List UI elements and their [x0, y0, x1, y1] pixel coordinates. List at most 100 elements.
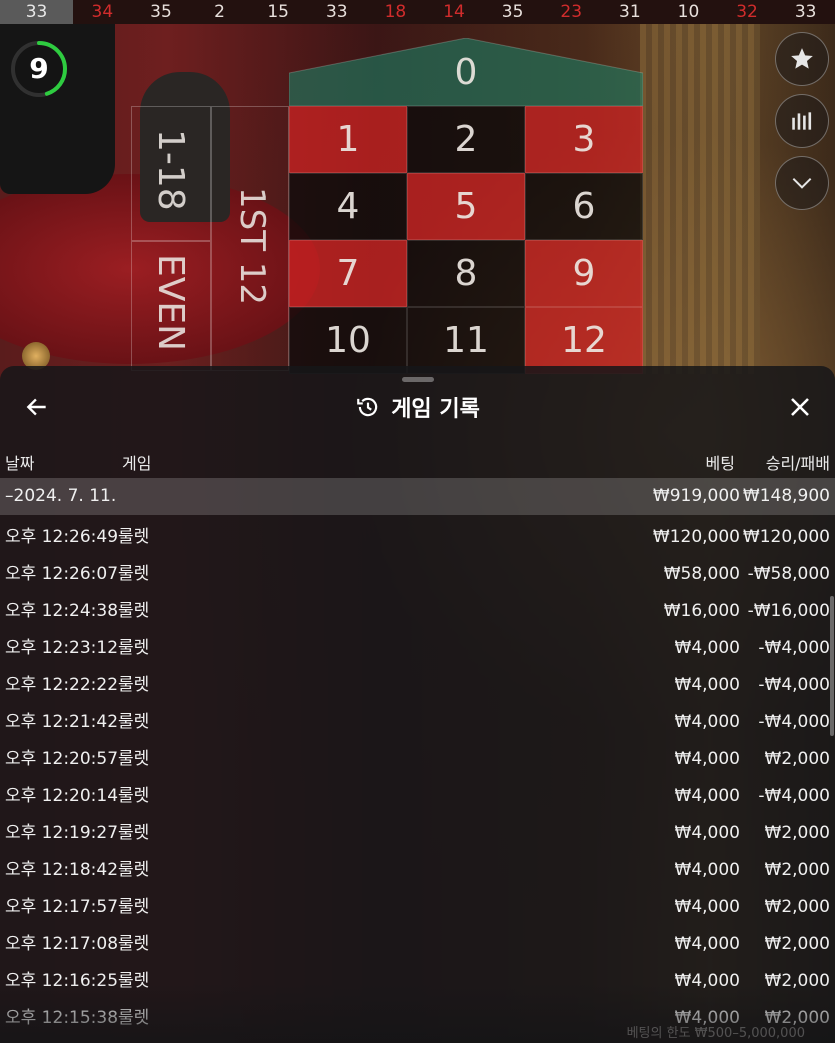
row-game: 룰렛	[118, 971, 150, 991]
history-row[interactable]: 오후 12:26:07 룰렛 ₩58,000 -₩58,000	[0, 556, 835, 593]
number-cell[interactable]: 1	[289, 106, 407, 173]
history-row[interactable]: 오후 12:17:57 룰렛 ₩4,000 ₩2,000	[0, 889, 835, 926]
row-bet: ₩4,000	[674, 860, 740, 880]
number-cell[interactable]: 9	[525, 240, 643, 307]
row-game: 룰렛	[118, 638, 150, 658]
row-time: 오후 12:22:22	[5, 675, 119, 695]
row-game: 룰렛	[118, 1008, 150, 1028]
history-row[interactable]: 오후 12:17:08 룰렛 ₩4,000 ₩2,000	[0, 926, 835, 963]
history-row[interactable]: 오후 12:24:38 룰렛 ₩16,000 -₩16,000	[0, 593, 835, 630]
collapse-button[interactable]	[775, 156, 829, 210]
game-history-panel: 게임 기록 날짜 게임 베팅 승리/패배 –2024. 7. 11. ₩919,…	[0, 366, 835, 1043]
row-result: ₩2,000	[764, 823, 830, 843]
row-bet: ₩4,000	[674, 934, 740, 954]
history-row[interactable]: 오후 12:22:22 룰렛 ₩4,000 -₩4,000	[0, 667, 835, 704]
date-result-total: ₩148,900	[742, 486, 830, 506]
recent-number: 34	[91, 2, 114, 22]
row-result: -₩4,000	[758, 675, 830, 695]
row-bet: ₩4,000	[674, 712, 740, 732]
column-headers: 날짜 게임 베팅 승리/패배	[0, 450, 835, 473]
row-result: ₩120,000	[742, 527, 830, 547]
row-time: 오후 12:17:08	[5, 934, 119, 954]
bet-even[interactable]: EVEN	[131, 241, 211, 371]
recent-number: 33	[794, 2, 817, 22]
history-row[interactable]: 오후 12:16:25 룰렛 ₩4,000 ₩2,000	[0, 963, 835, 1000]
row-result: -₩4,000	[758, 638, 830, 658]
row-bet: ₩58,000	[663, 564, 740, 584]
history-row[interactable]: 오후 12:26:49 룰렛 ₩120,000 ₩120,000	[0, 519, 835, 556]
number-cell[interactable]: 4	[289, 173, 407, 240]
row-time: 오후 12:19:27	[5, 823, 119, 843]
row-bet: ₩16,000	[663, 601, 740, 621]
row-bet: ₩4,000	[674, 638, 740, 658]
row-time: 오후 12:26:07	[5, 564, 119, 584]
date-bet-total: ₩919,000	[652, 486, 740, 506]
bet-1st-dozen[interactable]: 1ST 12	[211, 106, 289, 371]
row-game: 룰렛	[118, 860, 150, 880]
bet-limits-text: 베팅의 한도 ₩500–5,000,000	[626, 1026, 805, 1041]
number-cell[interactable]: 5	[407, 173, 525, 240]
recent-numbers-strip: 33 34 35 2 15 33 18 14 35 23 31 10 32 33	[0, 0, 835, 24]
recent-number: 18	[384, 2, 407, 22]
recent-number: 14	[443, 2, 465, 22]
row-time: 오후 12:15:38	[5, 1008, 119, 1028]
recent-number: 31	[619, 2, 641, 22]
row-result: ₩2,000	[764, 860, 830, 880]
recent-number: 33	[0, 0, 74, 24]
number-cell[interactable]: 6	[525, 173, 643, 240]
row-result: -₩4,000	[758, 712, 830, 732]
row-time: 오후 12:26:49	[5, 527, 119, 547]
row-result: ₩2,000	[764, 749, 830, 769]
row-result: -₩4,000	[758, 786, 830, 806]
history-row[interactable]: 오후 12:20:57 룰렛 ₩4,000 ₩2,000	[0, 741, 835, 778]
history-row[interactable]: 오후 12:23:12 룰렛 ₩4,000 -₩4,000	[0, 630, 835, 667]
favorites-button[interactable]	[775, 32, 829, 86]
drag-handle[interactable]	[402, 377, 434, 382]
row-result: ₩2,000	[764, 934, 830, 954]
row-time: 오후 12:17:57	[5, 897, 119, 917]
number-cell[interactable]: 12	[525, 307, 643, 374]
row-game: 룰렛	[118, 675, 150, 695]
history-row[interactable]: 오후 12:19:27 룰렛 ₩4,000 ₩2,000	[0, 815, 835, 852]
row-result: ₩2,000	[764, 897, 830, 917]
scrollbar[interactable]	[830, 596, 834, 736]
history-row[interactable]: 오후 12:21:42 룰렛 ₩4,000 -₩4,000	[0, 704, 835, 741]
number-cell[interactable]: 2	[407, 106, 525, 173]
number-cell[interactable]: 11	[407, 307, 525, 374]
row-game: 룰렛	[118, 749, 150, 769]
bet-even-label: EVEN	[150, 254, 191, 352]
number-cell[interactable]: 7	[289, 240, 407, 307]
column-game: 게임	[122, 454, 152, 473]
row-bet: ₩4,000	[674, 823, 740, 843]
history-icon	[357, 397, 378, 417]
column-date: 날짜	[5, 454, 35, 473]
history-row[interactable]: 오후 12:20:14 룰렛 ₩4,000 -₩4,000	[0, 778, 835, 815]
close-button[interactable]	[781, 388, 819, 426]
star-icon	[791, 48, 813, 69]
row-bet: ₩4,000	[674, 675, 740, 695]
statistics-button[interactable]	[775, 94, 829, 148]
recent-number: 10	[677, 2, 700, 22]
row-game: 룰렛	[118, 527, 150, 547]
row-time: 오후 12:20:57	[5, 749, 119, 769]
recent-number: 23	[560, 2, 583, 22]
roulette-game-screen: 33 34 35 2 15 33 18 14 35 23 31 10 32 33 9 0 1234	[0, 0, 835, 1043]
row-game: 룰렛	[118, 564, 150, 584]
column-bet: 베팅	[705, 454, 735, 473]
row-game: 룰렛	[118, 786, 150, 806]
number-cell[interactable]: 3	[525, 106, 643, 173]
curtain-decor	[640, 24, 760, 374]
number-cell[interactable]: 8	[407, 240, 525, 307]
panel-header: 게임 기록	[0, 386, 835, 428]
row-game: 룰렛	[118, 823, 150, 843]
date-summary-row[interactable]: –2024. 7. 11. ₩919,000 ₩148,900	[0, 478, 835, 515]
number-cell[interactable]: 10	[289, 307, 407, 374]
row-game: 룰렛	[118, 601, 150, 621]
bet-1-18[interactable]: 1-18	[131, 106, 211, 241]
row-time: 오후 12:20:14	[5, 786, 119, 806]
bet-1st-dozen-label: 1ST 12	[232, 187, 272, 306]
betting-timer: 9	[10, 38, 72, 100]
close-icon	[791, 398, 809, 416]
row-bet: ₩120,000	[652, 527, 740, 547]
history-row[interactable]: 오후 12:18:42 룰렛 ₩4,000 ₩2,000	[0, 852, 835, 889]
